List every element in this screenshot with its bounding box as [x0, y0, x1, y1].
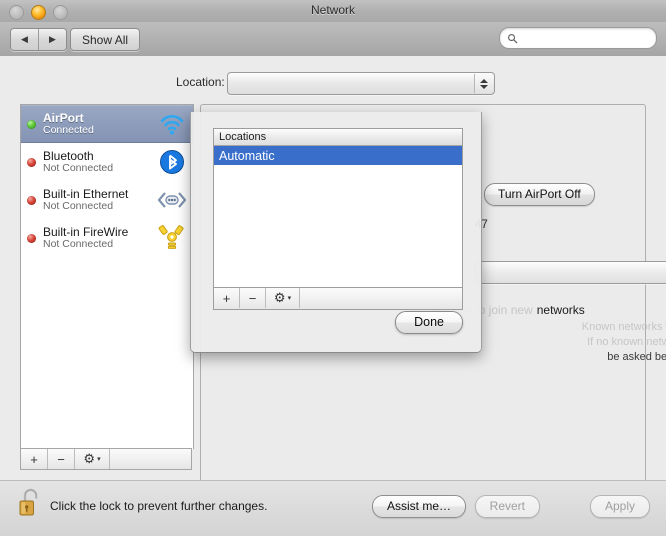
title-bar: Network [0, 0, 666, 23]
chevron-down-icon: ▾ [287, 295, 292, 302]
nav-segmented-control: ◀ ▶ [10, 28, 67, 51]
desc-visible-3: be asked before joining a new network. [607, 351, 666, 364]
back-button[interactable]: ◀ [11, 29, 38, 50]
ethernet-icon [156, 185, 188, 215]
gear-icon: ⚙ [83, 451, 96, 466]
status-dot-not-connected [27, 157, 36, 167]
location-list-item[interactable]: Automatic [214, 146, 462, 165]
network-preferences-window: Network ◀ ▶ Show All Location: AirPort C… [0, 0, 666, 536]
assist-me-button[interactable]: Assist me… [371, 495, 466, 518]
chevron-up-icon [480, 78, 488, 83]
minus-icon: − [57, 451, 65, 467]
plus-icon: + [30, 451, 38, 467]
service-name: Built-in Ethernet [43, 186, 129, 201]
apply-button[interactable]: Apply [589, 495, 650, 518]
bottom-bar: Click the lock to prevent further change… [0, 480, 666, 536]
location-action-menu-button[interactable]: ⚙ ▾ [266, 288, 300, 308]
network-name-popup-button[interactable] [475, 261, 666, 284]
done-label: Done [414, 315, 444, 329]
service-action-menu-button[interactable]: ⚙ ▾ [75, 449, 110, 469]
service-status: Not Connected [43, 161, 114, 174]
search-input[interactable] [522, 31, 646, 45]
forward-button[interactable]: ▶ [38, 29, 66, 50]
gear-icon: ⚙ [273, 290, 286, 305]
status-dot-not-connected [27, 233, 36, 243]
search-field[interactable] [499, 27, 657, 49]
service-status: Not Connected [43, 199, 114, 212]
desc-hidden-1: Known networks will [581, 321, 666, 333]
add-location-button[interactable]: + [214, 288, 240, 308]
firewire-icon [156, 223, 188, 253]
location-label: Location: [176, 75, 225, 89]
turn-airport-off-button[interactable]: Turn AirPort Off [484, 183, 595, 206]
search-icon [507, 33, 518, 43]
window-title: Network [310, 3, 355, 17]
toolbar: ◀ ▶ Show All [0, 22, 666, 57]
status-dot-not-connected [27, 195, 36, 205]
bluetooth-icon [156, 147, 188, 177]
service-name: AirPort [43, 110, 84, 125]
ask-to-join-label: networks [536, 303, 585, 317]
back-icon: ◀ [21, 34, 28, 44]
service-name: Built-in FireWire [43, 224, 129, 239]
remove-location-button[interactable]: − [240, 288, 266, 308]
location-popup-button[interactable] [227, 72, 495, 95]
chevron-down-icon [480, 84, 488, 89]
show-all-button[interactable]: Show All [70, 28, 141, 51]
location-name: Automatic [219, 148, 275, 163]
sidebar-item-bluetooth[interactable]: Bluetooth Not Connected [21, 143, 193, 181]
done-button[interactable]: Done [395, 311, 463, 334]
locations-sheet: Locations Automatic + − ⚙ ▾ Done [190, 112, 482, 353]
ask-to-join-description: Known networks will be joined automatica… [450, 320, 666, 366]
locations-list-toolbar: + − ⚙ ▾ [213, 288, 463, 310]
airport-wifi-icon [156, 109, 188, 139]
plus-icon: + [222, 290, 231, 306]
minus-icon: − [248, 290, 257, 306]
sidebar-item-builtin-ethernet[interactable]: Built-in Ethernet Not Connected [21, 181, 193, 219]
add-service-button[interactable]: + [21, 449, 48, 469]
apply-label: Apply [604, 499, 635, 513]
locations-column-title: Locations [219, 131, 267, 143]
location-row: Location: [0, 72, 666, 95]
service-status: Connected [43, 123, 94, 136]
unlocked-padlock-icon[interactable] [18, 485, 44, 519]
service-name: Bluetooth [43, 148, 94, 163]
turn-airport-off-label: Turn AirPort Off [498, 187, 581, 201]
service-status: Not Connected [43, 237, 114, 250]
locations-list[interactable]: Locations Automatic [213, 128, 463, 288]
chevron-down-icon: ▾ [97, 456, 101, 463]
sidebar-item-airport[interactable]: AirPort Connected [21, 105, 193, 143]
lock-hint-text: Click the lock to prevent further change… [50, 499, 268, 513]
desc-hidden-2: If no known network [587, 336, 666, 349]
forward-icon: ▶ [49, 34, 56, 44]
service-list-toolbar: + − ⚙ ▾ [20, 448, 192, 470]
revert-button[interactable]: Revert [474, 495, 540, 518]
content-area: Location: AirPort Connected Bluetooth No… [0, 56, 666, 523]
revert-label: Revert [489, 499, 525, 513]
sidebar-item-builtin-firewire[interactable]: Built-in FireWire Not Connected [21, 219, 193, 257]
show-all-label: Show All [82, 32, 129, 47]
network-services-list[interactable]: AirPort Connected Bluetooth Not Connecte… [20, 104, 194, 449]
assist-me-label: Assist me… [386, 499, 451, 513]
location-popup-stepper-icon [474, 74, 493, 93]
remove-service-button[interactable]: − [48, 449, 75, 469]
status-dot-connected [27, 119, 36, 129]
locations-list-header: Locations [214, 129, 462, 146]
